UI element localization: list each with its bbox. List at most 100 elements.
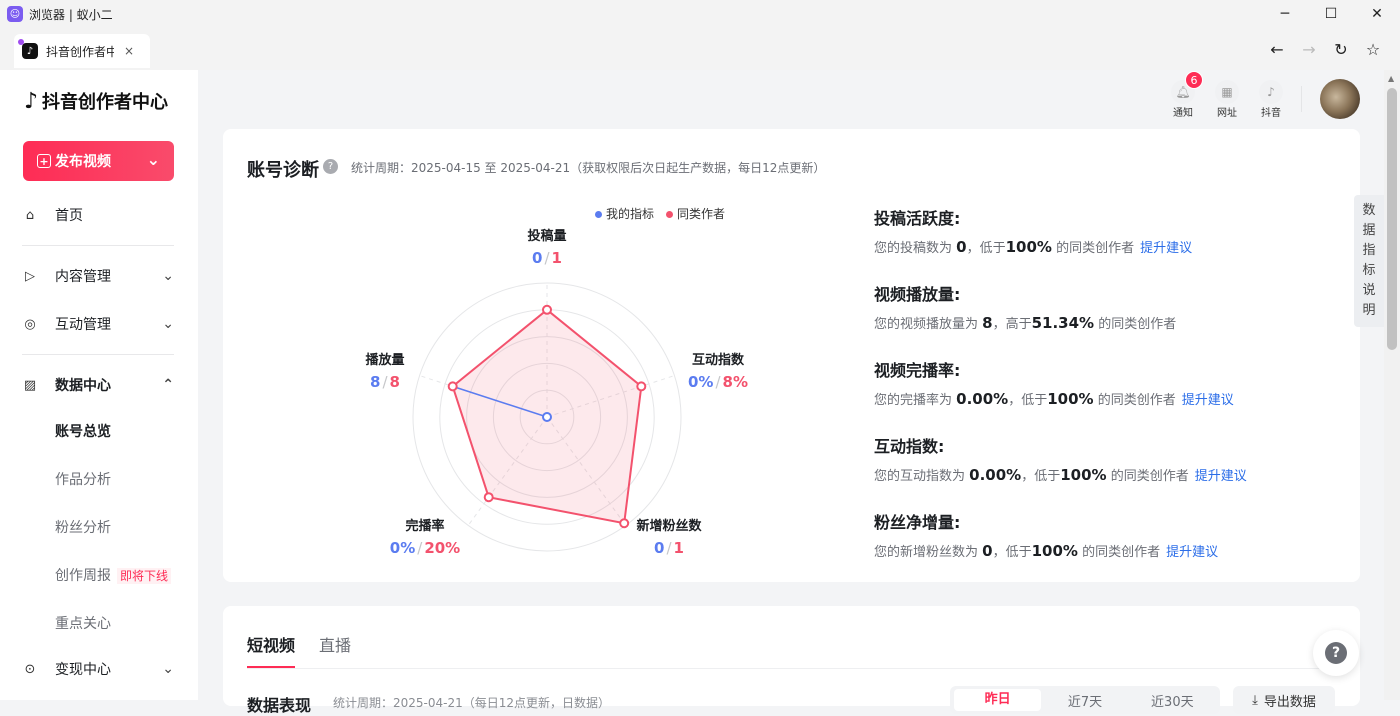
minimize-button[interactable]: ─	[1262, 0, 1308, 28]
value-mine: 0	[532, 249, 543, 267]
axis-label-plays: 播放量	[365, 353, 405, 368]
metric-desc: 您的投稿数为 0，低于100% 的同类创作者 提升建议	[874, 237, 1354, 256]
upload-icon: +	[37, 154, 51, 168]
scroll-up-icon[interactable]: ▲	[1388, 74, 1394, 83]
metric-value: 0	[956, 238, 967, 256]
axis-label-interaction: 互动指数	[691, 353, 744, 368]
page-scrollbar[interactable]: ▲	[1384, 70, 1400, 700]
sidebar-item-content[interactable]: ▷ 内容管理 ⌄	[22, 256, 174, 296]
value-mine: 0	[654, 539, 665, 557]
sidebar-divider	[22, 354, 174, 355]
sidebar: ♪ 抖音创作者中心 + 发布视频 ⌄ ⌂ 首页 ▷ 内容管理 ⌄ ◎ 互动管理 …	[0, 70, 198, 700]
metric-value: 0.00%	[956, 390, 1009, 408]
douyin-button[interactable]: ♪ 抖音	[1259, 80, 1283, 119]
logo-text: 抖音创作者中心	[42, 92, 169, 113]
notification-count: 6	[1185, 71, 1203, 89]
sidebar-item-home[interactable]: ⌂ 首页	[22, 195, 174, 235]
site-button[interactable]: ▦ 网址	[1215, 80, 1239, 119]
tab-short-video[interactable]: 短视频	[247, 632, 295, 656]
axis-label-completion: 完播率	[405, 519, 445, 534]
metric-item: 互动指数: 您的互动指数为 0.00%，低于100% 的同类创作者 提升建议	[874, 433, 1354, 484]
question-icon: ?	[1325, 642, 1347, 664]
sidebar-item-label: 变现中心	[55, 662, 111, 678]
sidebar-item-label: 首页	[55, 208, 83, 224]
coin-icon: ⊙	[24, 661, 36, 677]
data-performance-title: 数据表现	[247, 696, 312, 715]
metric-desc: 您的视频播放量为 8，高于51.34% 的同类创作者	[874, 313, 1354, 332]
grid-icon: ▦	[1215, 80, 1239, 104]
value-peer: 1	[551, 249, 562, 267]
metric-percent: 100%	[1060, 466, 1107, 484]
sidebar-sub-focus[interactable]: 重点关心	[55, 613, 111, 633]
floating-help-button[interactable]: ?	[1313, 630, 1359, 676]
side-tab-char: 标	[1362, 263, 1376, 278]
sidebar-sub-account-overview[interactable]: 账号总览	[55, 421, 111, 441]
logo[interactable]: ♪ 抖音创作者中心	[24, 88, 168, 114]
metric-title: 视频播放量:	[874, 285, 961, 304]
publish-video-button[interactable]: + 发布视频 ⌄	[23, 141, 174, 181]
metric-mid: ，低于	[966, 241, 1006, 256]
improve-link[interactable]: 提升建议	[1166, 545, 1218, 560]
reload-icon[interactable]: ↻	[1330, 38, 1352, 60]
chevron-down-icon: ⌄	[162, 268, 174, 284]
improve-link[interactable]: 提升建议	[1182, 393, 1234, 408]
bookmark-icon[interactable]: ☆	[1362, 38, 1384, 60]
notify-label: 通知	[1173, 108, 1193, 119]
browser-nav: ← → ↻ ☆	[1266, 38, 1384, 60]
chat-search-icon: ◎	[24, 316, 36, 332]
metric-desc: 您的新增粉丝数为 0，低于100% 的同类创作者 提升建议	[874, 541, 1354, 560]
metric-post: 的同类创作者	[1097, 393, 1176, 408]
data-performance-card: 短视频 直播 数据表现 统计周期：2025-04-21（每日12点更新，日数据）…	[223, 606, 1360, 715]
chevron-down-icon[interactable]: ⌄	[147, 150, 160, 169]
douyin-logo-icon: ♪	[24, 88, 39, 114]
sidebar-sub-fans[interactable]: 粉丝分析	[55, 517, 111, 537]
data-metric-explain-tab[interactable]: 数 据 指 标 说 明	[1354, 195, 1384, 327]
avatar[interactable]	[1320, 79, 1360, 119]
back-icon[interactable]: ←	[1266, 38, 1288, 60]
axis-value-interaction: 0%/8%	[688, 373, 748, 391]
metric-item: 粉丝净增量: 您的新增粉丝数为 0，低于100% 的同类创作者 提升建议	[874, 509, 1354, 560]
chart-icon: ▨	[23, 377, 37, 393]
metric-post: 的同类创作者	[1056, 241, 1135, 256]
metric-title: 粉丝净增量:	[874, 513, 961, 532]
axis-value-plays: 8/8	[370, 373, 400, 391]
improve-link[interactable]: 提升建议	[1195, 469, 1247, 484]
notification-button[interactable]: 🔔︎ 6 通知	[1171, 71, 1203, 119]
browser-tab[interactable]: ♪ 抖音创作者中 ×	[14, 34, 150, 68]
axis-value-new-fans: 0/1	[654, 539, 684, 557]
account-diagnosis-card: 账号诊断 ? 统计周期：2025-04-15 至 2025-04-21（获取权限…	[223, 129, 1360, 582]
sidebar-item-label: 数据中心	[55, 378, 111, 394]
app-icon: ☺	[7, 6, 23, 22]
metric-mid: ，低于	[1008, 393, 1048, 408]
download-icon: ⤓	[1252, 692, 1258, 708]
radar-point-peer	[619, 518, 630, 529]
range-7days[interactable]: 近7天	[1041, 691, 1128, 710]
close-window-button[interactable]: ✕	[1354, 0, 1400, 28]
tab-live[interactable]: 直播	[319, 632, 351, 656]
metric-percent: 100%	[1047, 390, 1094, 408]
value-peer: 8%	[722, 373, 748, 391]
export-data-button[interactable]: ⤓ 导出数据	[1233, 686, 1335, 714]
sidebar-item-monetize[interactable]: ⊙ 变现中心 ⌄	[22, 649, 174, 689]
sidebar-item-data-center[interactable]: ▨ 数据中心 ⌃	[22, 365, 174, 405]
value-mine: 0%	[688, 373, 714, 391]
sidebar-sub-works[interactable]: 作品分析	[55, 469, 111, 489]
improve-link[interactable]: 提升建议	[1140, 241, 1192, 256]
chevron-up-icon: ⌃	[162, 377, 174, 393]
sidebar-item-interaction[interactable]: ◎ 互动管理 ⌄	[22, 304, 174, 344]
range-yesterday[interactable]: 昨日	[954, 689, 1042, 711]
tab-close-icon[interactable]: ×	[124, 44, 134, 58]
metric-item: 视频完播率: 您的完播率为 0.00%，低于100% 的同类创作者 提升建议	[874, 357, 1354, 408]
value-mine: 8	[370, 373, 381, 391]
axis-label-new-fans: 新增粉丝数	[636, 519, 702, 534]
maximize-button[interactable]: ☐	[1308, 0, 1354, 28]
metric-desc: 您的完播率为 0.00%，低于100% 的同类创作者 提升建议	[874, 389, 1354, 408]
browser-tabbar: ♪ 抖音创作者中 ×	[0, 28, 1400, 70]
sidebar-sub-weekly[interactable]: 创作周报 即将下线	[55, 565, 172, 585]
scrollbar-thumb[interactable]	[1387, 88, 1397, 350]
range-30days[interactable]: 近30天	[1129, 691, 1216, 710]
sidebar-sub-label: 创作周报	[55, 568, 111, 584]
forward-icon[interactable]: →	[1298, 38, 1320, 60]
metric-desc: 您的互动指数为 0.00%，低于100% 的同类创作者 提升建议	[874, 465, 1354, 484]
metric-percent: 100%	[1031, 542, 1078, 560]
